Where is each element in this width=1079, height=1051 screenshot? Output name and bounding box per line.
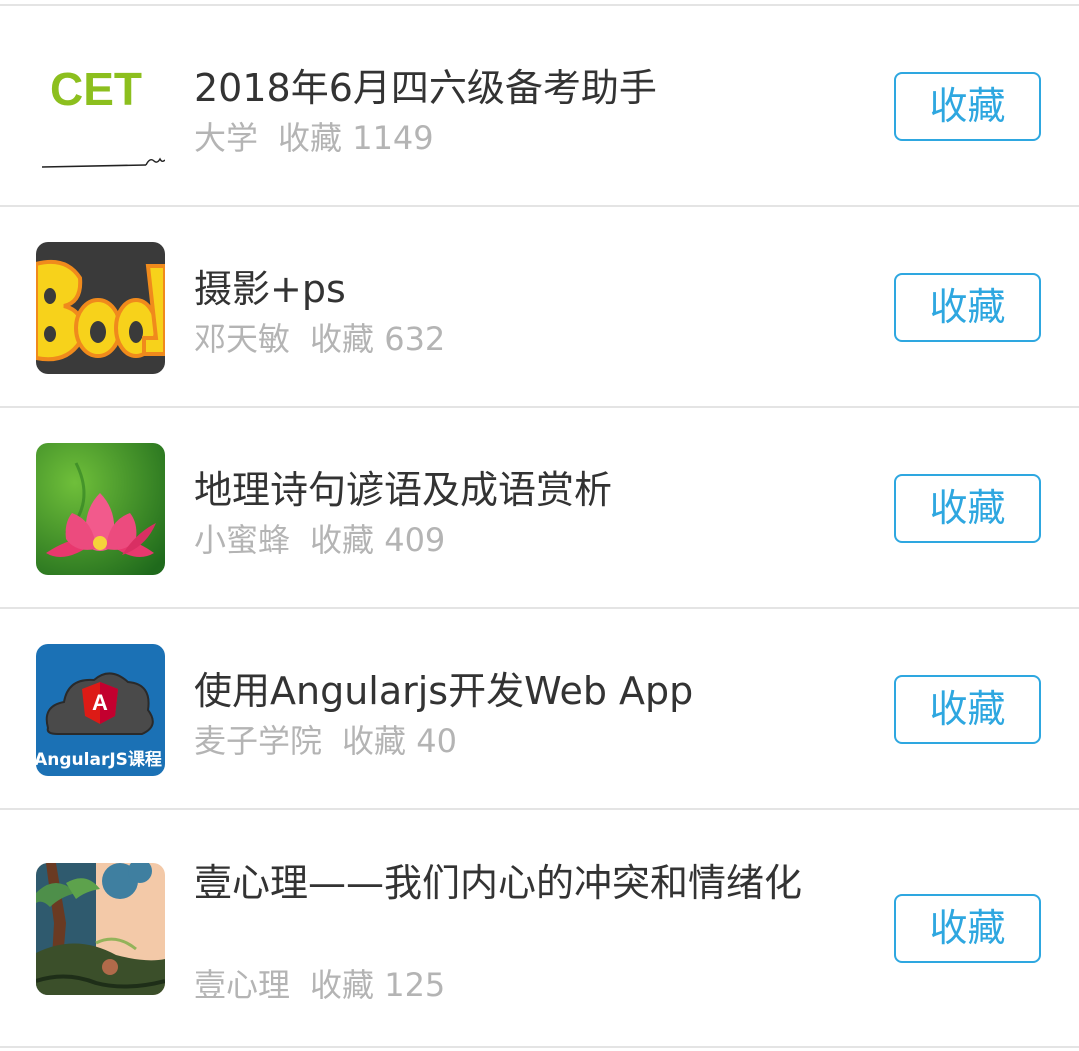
item-meta: 邓天敏 收藏 632 (194, 319, 445, 359)
favorite-button[interactable]: 收藏 (894, 72, 1041, 141)
list-item[interactable]: 地理诗句谚语及成语赏析 小蜜蜂 收藏 409 收藏 (0, 408, 1079, 609)
item-title[interactable]: 2018年6月四六级备考助手 (194, 63, 814, 113)
item-author: 大学 (194, 119, 259, 157)
favorites-label: 收藏 (310, 966, 375, 1004)
item-author: 壹心理 (194, 966, 291, 1004)
item-title[interactable]: 壹心理——我们内心的冲突和情绪化 (194, 858, 814, 908)
favorite-button[interactable]: 收藏 (894, 474, 1041, 543)
list-item[interactable]: A AngularJS课程 使用Angularjs开发Web App 麦子学院收… (0, 609, 1079, 810)
lotus-thumbnail (36, 443, 165, 575)
item-title[interactable]: 地理诗句谚语及成语赏析 (194, 465, 814, 515)
item-meta: 大学 收藏 1149 (194, 118, 434, 158)
favorites-label: 收藏 (310, 521, 375, 559)
list-item[interactable]: 摄影+ps 邓天敏 收藏 632 收藏 (0, 207, 1079, 408)
favorites-label: 收藏 (310, 320, 375, 358)
angularjs-thumbnail: A AngularJS课程 (36, 644, 165, 776)
photography-thumbnail (36, 242, 165, 374)
angular-logo-glyph: A (92, 690, 108, 715)
favorites-label: 收藏 (278, 119, 343, 157)
favorites-count: 632 (384, 320, 446, 358)
course-list: CET 2018年6月四六级备考助手 大学 收藏 1149 收藏 摄影+ps 邓… (0, 0, 1079, 1051)
item-author: 邓天敏 (194, 320, 291, 358)
cet-logo-text: CET (50, 63, 142, 115)
item-meta: 麦子学院 收藏 40 (194, 721, 457, 761)
favorites-count: 40 (416, 722, 457, 760)
item-meta: 小蜜蜂 收藏 409 (194, 520, 445, 560)
favorite-button[interactable]: 收藏 (894, 273, 1041, 342)
illustration-thumbnail (36, 863, 165, 995)
list-item[interactable]: 壹心理——我们内心的冲突和情绪化 壹心理 收藏 125 收藏 (0, 810, 1079, 1048)
item-meta: 壹心理 收藏 125 (194, 965, 445, 1005)
item-author: 小蜜蜂 (194, 521, 291, 559)
cet-thumbnail: CET (36, 41, 165, 173)
favorite-button[interactable]: 收藏 (894, 894, 1041, 963)
angular-thumb-caption: AngularJS课程 (36, 750, 162, 770)
favorites-count: 125 (384, 966, 446, 1004)
item-title[interactable]: 使用Angularjs开发Web App (194, 666, 814, 716)
favorites-count: 409 (384, 521, 446, 559)
favorites-count: 1149 (352, 119, 434, 157)
favorite-button[interactable]: 收藏 (894, 675, 1041, 744)
list-item[interactable]: CET 2018年6月四六级备考助手 大学 收藏 1149 收藏 (0, 6, 1079, 207)
favorites-label: 收藏 (342, 722, 407, 760)
item-title[interactable]: 摄影+ps (194, 264, 814, 314)
item-author: 麦子学院 (194, 722, 323, 760)
